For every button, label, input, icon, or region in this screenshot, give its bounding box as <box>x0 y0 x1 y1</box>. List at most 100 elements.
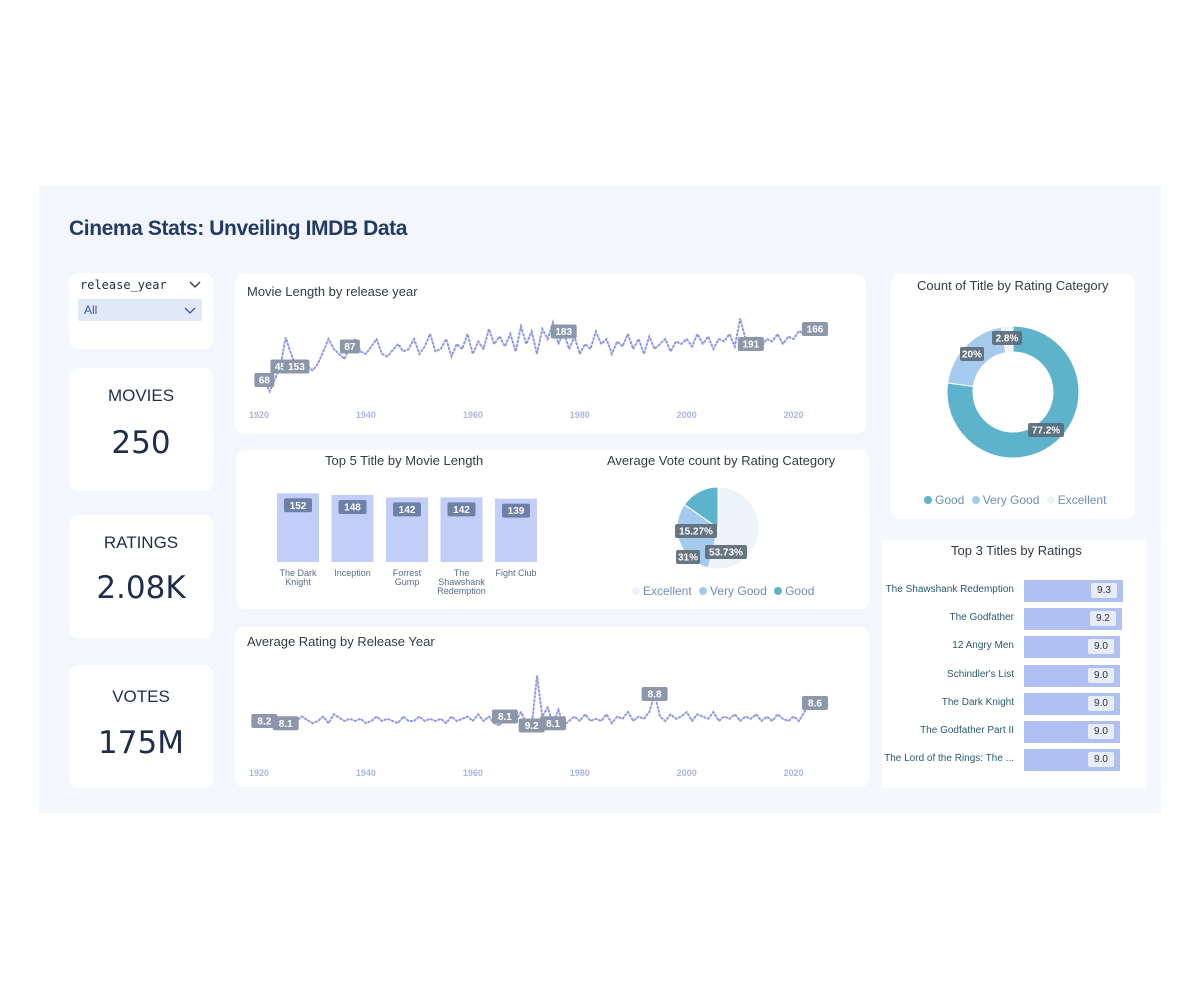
data-label: 8.6 <box>808 699 822 710</box>
data-label: 8.1 <box>279 719 293 730</box>
table-row[interactable]: The Dark Knight 9.0 <box>882 692 1142 715</box>
data-label: 68 <box>259 376 271 387</box>
data-label: 9.3 <box>1091 583 1117 598</box>
data-label: 9.2 <box>525 721 539 732</box>
legend-swatch <box>971 496 980 504</box>
rating-category-donut-chart: 77.2% 20% 2.8% <box>946 325 1080 459</box>
top5-and-vote-card[interactable]: Top 5 Title by Movie Length 152 The Dark K… <box>236 450 869 609</box>
x-tick-label: 1940 <box>356 768 376 778</box>
category-label: Fight Club <box>495 568 536 578</box>
legend-label: Very Good <box>982 493 1040 507</box>
series-line <box>263 318 811 394</box>
bar-category-label: 12 Angry Men <box>952 640 1014 652</box>
table-row[interactable]: The Lord of the Rings: The ... 9.0 <box>882 749 1142 772</box>
data-label: 9.0 <box>1088 752 1114 768</box>
data-label: 87 <box>344 342 356 353</box>
slicer-field-label: release_year <box>80 278 167 292</box>
kpi-value: 250 <box>111 425 171 461</box>
table-row[interactable]: Schindler's List 9.0 <box>882 664 1142 687</box>
x-tick-label: 2020 <box>784 410 804 420</box>
legend-swatch <box>632 587 640 595</box>
legend-label: Good <box>785 584 815 598</box>
x-tick-label: 1920 <box>249 410 269 420</box>
data-label: 139 <box>508 506 525 517</box>
chart-title: Top 3 Titles by Ratings <box>951 543 1082 558</box>
data-label: 8.2 <box>257 717 271 728</box>
kpi-value: 175M <box>98 725 184 761</box>
chart-title: Count of Title by Rating Category <box>917 278 1109 293</box>
release-year-slicer[interactable]: release_year All <box>69 273 213 349</box>
page-title: Cinema Stats: Unveiling IMDB Data <box>69 217 408 240</box>
kpi-label: VOTES <box>112 687 170 706</box>
data-label: 9.2 <box>1090 611 1116 627</box>
movie-length-line-chart: 1920 1940 1960 1980 2000 20206845 153871831911… <box>249 318 828 420</box>
x-tick-label: 2000 <box>677 768 697 778</box>
chart-legend: Excellent Very Good Good <box>632 584 818 598</box>
category-label: Inception <box>334 568 371 578</box>
data-label: 191 <box>743 340 760 351</box>
data-label: 2.8% <box>996 334 1019 345</box>
chevron-down-icon[interactable] <box>189 281 201 289</box>
x-tick-label: 1960 <box>463 768 483 778</box>
table-row[interactable]: The Godfather Part II 9.0 <box>882 721 1142 743</box>
x-tick-label: 1980 <box>570 410 590 420</box>
data-label: 152 <box>290 501 307 512</box>
slicer-dropdown[interactable]: All <box>78 299 202 321</box>
rating-category-donut-card[interactable]: Count of Title by Rating Category 77.2% 2… <box>891 274 1135 519</box>
legend-label: Good <box>935 493 965 507</box>
slicer-selected-value: All <box>84 303 98 317</box>
table-row[interactable]: The Godfather 9.2 <box>882 608 1142 631</box>
x-tick-label: 1960 <box>463 410 483 420</box>
data-label: 153 <box>288 362 305 373</box>
chart-title: Average Vote count by Rating Category <box>607 453 836 468</box>
legend-swatch <box>924 496 932 504</box>
data-label: 77.2% <box>1032 426 1060 437</box>
chevron-down-icon[interactable] <box>184 307 196 315</box>
legend-label: Excellent <box>1057 493 1107 507</box>
legend-swatch <box>774 587 783 595</box>
data-label: 183 <box>555 327 572 338</box>
top5-bar-chart: 152The DarkKnight148Inception142ForrestG… <box>277 493 537 596</box>
data-label: 9.0 <box>1088 695 1114 711</box>
chart-legend: Good Very Good Excellent <box>924 493 1110 507</box>
bar-category-label: The Lord of the Rings: The ... <box>884 753 1014 765</box>
table-row[interactable]: The Shawshank Redemption 9.3 <box>882 580 1142 602</box>
bar-category-label: The Godfather Part II <box>920 725 1014 736</box>
data-label: 8.1 <box>498 712 512 723</box>
avg-rating-line-chart: 1920 1940 1960 1980 2000 2020 8.2 8.1 8.1 9.2 8.1 8… <box>249 675 828 778</box>
bar-category-label: The Godfather <box>949 612 1014 624</box>
legend-label: Very Good <box>710 584 767 598</box>
x-tick-label: 2020 <box>784 768 804 778</box>
kpi-card-movies: MOVIES 250 <box>69 368 213 491</box>
bar-category-label: The Shawshank Redemption <box>885 584 1014 595</box>
category-label: Knight <box>285 577 311 587</box>
x-tick-label: 1920 <box>249 768 269 778</box>
kpi-card-ratings: RATINGS 2.08K <box>69 515 213 638</box>
avg-rating-chart-card[interactable]: Average Rating by Release Year 1920 1940 1… <box>235 627 869 787</box>
data-label: 53.73% <box>709 548 743 559</box>
x-tick-label: 2000 <box>677 410 697 420</box>
data-label: 142 <box>453 505 470 516</box>
data-label: 9.0 <box>1088 639 1114 655</box>
data-label: 15.27% <box>679 527 713 538</box>
table-row[interactable]: 12 Angry Men 9.0 <box>882 636 1142 659</box>
data-label: 8.8 <box>648 690 662 701</box>
category-label: Gump <box>395 577 420 587</box>
data-label: 8.1 <box>546 719 560 730</box>
bar-category-label: Schindler's List <box>947 668 1014 680</box>
top-titles-card[interactable]: Top 3 Titles by Ratings The Shawshank Re… <box>882 540 1147 788</box>
series-line <box>263 675 811 728</box>
x-tick-label: 1940 <box>356 410 376 420</box>
kpi-card-votes: VOTES 175M <box>69 665 213 788</box>
data-label: 31% <box>678 553 698 564</box>
legend-label: Excellent <box>643 584 692 598</box>
legend-swatch <box>699 587 708 595</box>
kpi-label: RATINGS <box>103 533 179 552</box>
kpi-value: 2.08K <box>96 570 186 606</box>
top-titles-bar-chart: The Shawshank Redemption 9.3 The Godfather… <box>882 580 1147 780</box>
vote-pie-chart: 53.73% 31% 15.27% <box>675 486 760 570</box>
movie-length-chart-card[interactable]: Movie Length by release year 1920 1940 196… <box>235 274 866 434</box>
x-tick-label: 1980 <box>570 768 590 778</box>
data-label: 166 <box>807 325 824 336</box>
data-label: 9.0 <box>1088 667 1114 683</box>
